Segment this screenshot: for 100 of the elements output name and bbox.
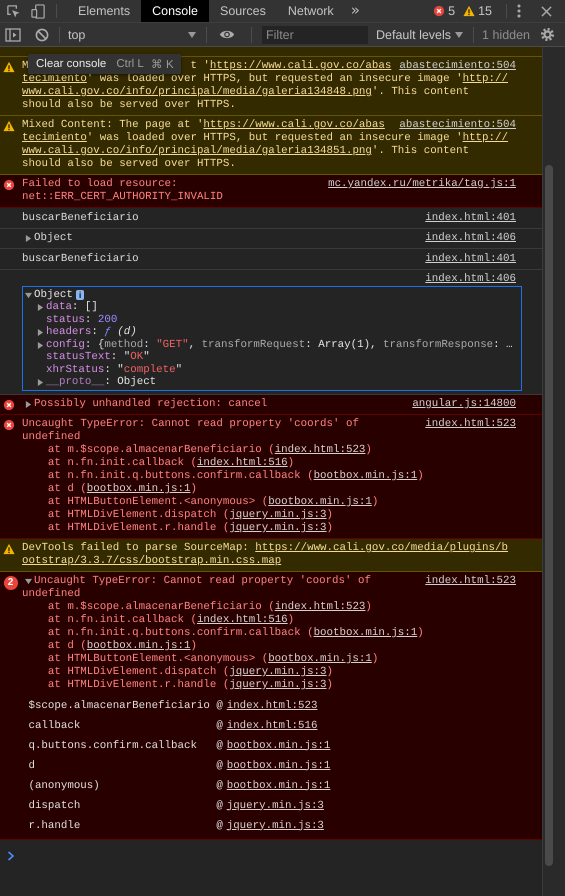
link[interactable]: index.html:523: [226, 700, 318, 712]
caret-icon: [188, 32, 196, 38]
scrollbar-thumb[interactable]: [545, 165, 553, 866]
collapse-icon[interactable]: [25, 292, 32, 299]
link[interactable]: bootbox.min.js:1: [226, 780, 330, 792]
link[interactable]: bootbox.min.js:1: [314, 627, 418, 639]
message-text: Uncaught TypeError: Cannot read property 'coords' of: [22, 418, 359, 431]
prompt-icon: [7, 851, 15, 861]
message-text: Failed to load resource:: [22, 178, 178, 191]
message-text: DevTools failed to parse SourceMap: https://www.cali.gov.co/media/plugins/b: [22, 542, 508, 555]
message-text: buscarBeneficiario: [22, 212, 139, 224]
link[interactable]: tecimiento: [22, 132, 87, 144]
link[interactable]: jquery.min.js:3: [229, 679, 327, 691]
expand-icon[interactable]: [37, 304, 44, 312]
stack-frame-text: at HTMLDivElement.dispatch (jquery.min.js:3): [48, 666, 334, 679]
tab[interactable]: Network: [276, 0, 345, 22]
link[interactable]: index.html:516: [196, 614, 288, 626]
warning-icon: [463, 5, 476, 17]
link[interactable]: bootbox.min.js:1: [314, 470, 418, 482]
close-icon[interactable]: [541, 6, 552, 16]
scrollbar[interactable]: [542, 47, 565, 896]
warning-count[interactable]: 15: [459, 4, 496, 18]
link[interactable]: www.cali.gov.co/info/principal/media/galeria134851.png: [22, 145, 372, 157]
separator-text: @: [216, 700, 223, 712]
more-tabs-button[interactable]: »: [344, 1, 366, 21]
expand-icon[interactable]: [25, 401, 32, 408]
sidebar-icon[interactable]: [5, 28, 21, 42]
expand-icon[interactable]: [37, 342, 44, 349]
source-link[interactable]: index.html:401: [425, 212, 516, 224]
stack-frame-text: at n.fn.init.callback (index.html:516): [48, 457, 294, 470]
error-icon: [3, 178, 15, 190]
function-name: d: [28, 760, 36, 772]
link[interactable]: ootstrap/3.3.7/css/bootstrap.min.css.map: [22, 555, 282, 567]
link[interactable]: index.html:523: [274, 601, 366, 613]
filter-field[interactable]: Filter: [262, 26, 368, 44]
separator-text: @: [216, 800, 223, 812]
link[interactable]: bootbox.min.js:1: [86, 640, 190, 652]
expand-icon[interactable]: [37, 379, 44, 386]
link[interactable]: jquery.min.js:3: [229, 522, 327, 534]
caret-icon: [455, 32, 464, 38]
collapse-icon[interactable]: [25, 578, 32, 585]
link[interactable]: https://www.cali.gov.co/media/plugins/b: [255, 542, 508, 554]
expand-icon[interactable]: [25, 235, 32, 242]
source-link[interactable]: angular.js:14800: [412, 398, 516, 411]
message-text: Mixed Content: The page at 'https://www.cali.gov.co/abas: [22, 119, 385, 132]
link[interactable]: jquery.min.js:3: [226, 800, 324, 812]
settings-icon[interactable]: [540, 27, 556, 42]
property-line: data: []: [46, 301, 98, 314]
menu-icon[interactable]: [517, 3, 521, 19]
link[interactable]: jquery.min.js:3: [226, 820, 324, 832]
link[interactable]: bootbox.min.js:1: [86, 483, 190, 495]
inspect-icon[interactable]: [6, 4, 21, 18]
levels-dropdown[interactable]: Default levels: [368, 28, 464, 42]
tab[interactable]: Sources: [208, 0, 277, 22]
link[interactable]: https://www.cali.gov.co/abas: [210, 60, 392, 72]
tab[interactable]: Console: [141, 0, 209, 22]
eye-icon[interactable]: [219, 29, 235, 40]
context-select[interactable]: top: [68, 28, 196, 42]
source-link[interactable]: index.html:406: [425, 232, 516, 245]
link[interactable]: http://: [462, 73, 508, 85]
source-link[interactable]: index.html:401: [425, 252, 516, 266]
link[interactable]: jquery.min.js:3: [229, 509, 327, 521]
link[interactable]: index.html:523: [274, 444, 366, 456]
info-badge: i: [76, 290, 84, 300]
stack-frame-text: at HTMLDivElement.dispatch (jquery.min.js:3): [48, 509, 334, 522]
source-link[interactable]: index.html:523: [425, 418, 516, 431]
error-count[interactable]: 5: [429, 4, 460, 18]
function-name: dispatch: [28, 800, 82, 812]
tab[interactable]: Elements: [67, 0, 142, 22]
message-text: Object: [34, 232, 73, 245]
separator-text: @: [216, 760, 223, 772]
clear-icon[interactable]: [35, 28, 49, 42]
link[interactable]: bootbox.min.js:1: [226, 760, 330, 772]
separator-text: @: [216, 740, 223, 752]
expand-icon[interactable]: [37, 329, 44, 336]
stack-frame-text: at HTMLButtonElement.<anonymous> (bootbox.min.js:1): [48, 653, 378, 666]
source-link[interactable]: abastecimiento:504: [399, 60, 516, 73]
link[interactable]: bootbox.min.js:1: [268, 653, 372, 665]
message-text: should also be served over HTTPS.: [22, 99, 236, 112]
source-link[interactable]: abastecimiento:504: [399, 119, 516, 132]
link[interactable]: bootbox.min.js:1: [268, 496, 372, 508]
link[interactable]: tecimiento: [22, 73, 87, 85]
source-link[interactable]: index.html:523: [425, 575, 516, 588]
link[interactable]: index.html:516: [196, 457, 288, 469]
link[interactable]: www.cali.gov.co/info/principal/media/galeria134848.png: [22, 86, 372, 98]
source-link[interactable]: index.html:406: [425, 273, 516, 286]
stack-frame-text: at m.$scope.almacenarBeneficiario (index.html:523): [48, 444, 372, 457]
property-line: statusText: "OK": [46, 351, 150, 364]
message-text: Uncaught TypeError: Cannot read property 'coords' of: [34, 575, 371, 588]
device-icon[interactable]: [31, 4, 46, 18]
link[interactable]: bootbox.min.js:1: [226, 740, 330, 752]
link[interactable]: jquery.min.js:3: [229, 666, 327, 678]
message-text: M: [22, 60, 28, 72]
source-link[interactable]: mc.yandex.ru/metrika/tag.js:1: [328, 178, 516, 191]
link[interactable]: http://: [462, 132, 508, 144]
separator-text: @: [216, 780, 223, 792]
stack-frame-text: at HTMLDivElement.r.handle (jquery.min.js:3): [48, 522, 334, 535]
message-text: should also be served over HTTPS.: [22, 158, 236, 171]
link[interactable]: index.html:516: [226, 720, 318, 732]
link[interactable]: https://www.cali.gov.co/abas: [203, 119, 385, 131]
